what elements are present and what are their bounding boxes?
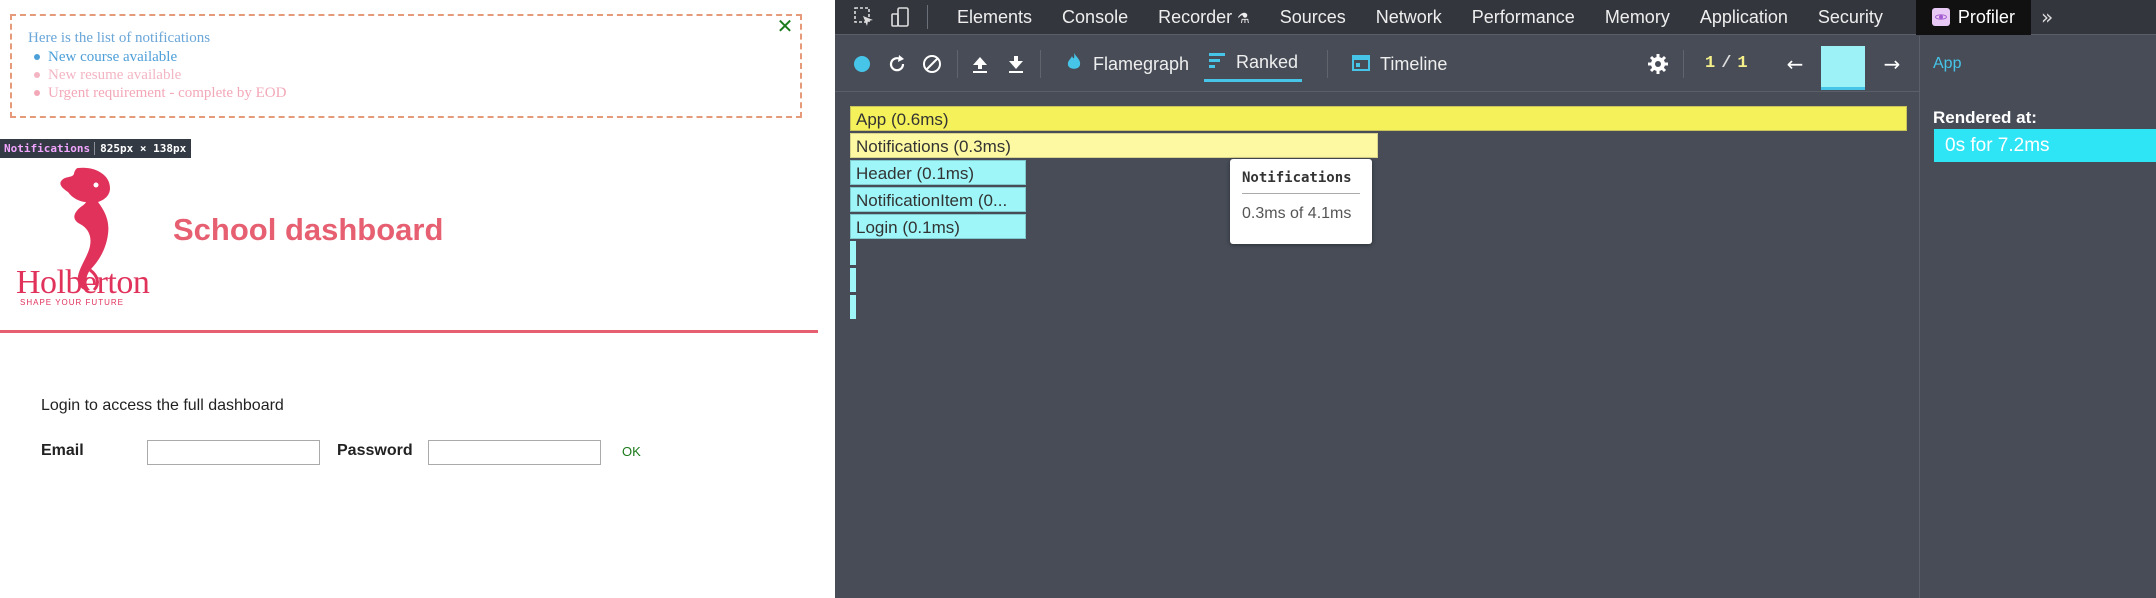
ranked-bar-small[interactable] <box>850 295 856 319</box>
notification-item[interactable]: Urgent requirement - complete by EOD <box>28 84 286 102</box>
close-icon[interactable]: ✕ <box>773 14 797 38</box>
rendered-at-commit[interactable]: 0s for 7.2ms <box>1934 129 2156 162</box>
tooltip-title: Notifications <box>1242 170 1352 186</box>
bar-tooltip: Notifications 0.3ms of 4.1ms <box>1230 159 1372 244</box>
notifications-title: Here is the list of notifications <box>28 30 211 46</box>
logo-tagline: SHAPE YOUR FUTURE <box>20 298 124 307</box>
notifications-list: New course available New resume availabl… <box>28 48 286 102</box>
view-flamegraph[interactable]: Flamegraph <box>1061 46 1193 82</box>
tooltip-value: 0.3ms of 4.1ms <box>1242 205 1352 222</box>
password-field[interactable] <box>428 440 601 465</box>
email-label: Email <box>41 442 84 459</box>
device-toolbar-icon[interactable] <box>887 4 913 30</box>
bullet-icon <box>34 72 40 78</box>
ok-button[interactable]: OK <box>622 444 641 459</box>
notification-item[interactable]: New resume available <box>28 66 286 84</box>
commit-bar[interactable] <box>1821 46 1865 90</box>
ranked-bar-login[interactable]: Login (0.1ms) <box>850 214 1026 239</box>
notification-item[interactable]: New course available <box>28 48 286 66</box>
devtools-panel: Elements Console Recorder ⚗ Sources Netw… <box>835 0 2156 598</box>
flame-icon <box>1065 52 1083 77</box>
inspect-overlay-tag: Notifications 825px × 138px <box>0 139 192 158</box>
view-timeline[interactable]: Timeline <box>1348 46 1451 82</box>
rendered-at-label: Rendered at: <box>1933 108 2037 127</box>
profiler-sidebar: App Rendered at: 0s for 7.2ms <box>1919 36 2156 598</box>
ranked-bar-app[interactable]: App (0.6ms) <box>850 106 1907 131</box>
logo-wordmark: Holberton <box>16 264 150 301</box>
record-icon[interactable] <box>849 51 875 77</box>
tab-network[interactable]: Network <box>1361 0 1457 35</box>
more-tabs-icon[interactable]: » <box>2041 5 2053 29</box>
view-ranked[interactable]: Ranked <box>1204 46 1303 82</box>
inspect-component-name: Notifications <box>4 142 91 155</box>
tab-performance[interactable]: Performance <box>1457 0 1590 35</box>
login-prompt: Login to access the full dashboard <box>41 397 284 414</box>
tab-elements[interactable]: Elements <box>942 0 1047 35</box>
gear-icon[interactable] <box>1645 51 1671 77</box>
ranked-bar-header[interactable]: Header (0.1ms) <box>850 160 1026 185</box>
tab-profiler[interactable]: Profiler <box>1915 0 2031 35</box>
ranked-chart: App (0.6ms) Notifications (0.3ms) Header… <box>835 93 1919 598</box>
bullet-icon <box>34 90 40 96</box>
tab-memory[interactable]: Memory <box>1590 0 1685 35</box>
ranked-bar-small[interactable] <box>850 241 856 265</box>
tab-sources[interactable]: Sources <box>1265 0 1361 35</box>
ranked-bar-small[interactable] <box>850 268 856 292</box>
ranked-bar-notificationitem[interactable]: NotificationItem (0... <box>850 187 1026 212</box>
inspect-dimensions: 825px × 138px <box>100 142 187 155</box>
bullet-icon <box>34 54 40 60</box>
devtools-tab-bar: Elements Console Recorder ⚗ Sources Netw… <box>835 0 2156 35</box>
previous-commit-icon[interactable]: ← <box>1783 52 1807 76</box>
notifications-panel: Here is the list of notifications New co… <box>10 14 802 118</box>
tab-security[interactable]: Security <box>1803 0 1898 35</box>
password-label: Password <box>337 442 413 459</box>
email-field[interactable] <box>147 440 320 465</box>
commit-counter: 1/1 <box>1705 54 1748 73</box>
save-profile-icon[interactable] <box>1003 51 1029 77</box>
flask-icon: ⚗ <box>1237 9 1250 26</box>
tab-application[interactable]: Application <box>1685 0 1803 35</box>
tab-console[interactable]: Console <box>1047 0 1143 35</box>
load-profile-icon[interactable] <box>967 51 993 77</box>
next-commit-icon[interactable]: → <box>1880 52 1904 76</box>
inspect-element-icon[interactable] <box>851 4 877 30</box>
page-title: School dashboard <box>173 212 444 247</box>
tab-recorder[interactable]: Recorder ⚗ <box>1143 0 1265 35</box>
ranked-icon <box>1208 52 1226 73</box>
reload-and-profile-icon[interactable] <box>884 51 910 77</box>
sidebar-title: App <box>1933 55 1962 72</box>
react-icon <box>1931 8 1950 26</box>
header-divider <box>0 330 818 333</box>
clear-profile-icon[interactable] <box>919 51 945 77</box>
app-page: Here is the list of notifications New co… <box>0 0 835 598</box>
calendar-icon <box>1352 53 1370 76</box>
ranked-bar-notifications[interactable]: Notifications (0.3ms) <box>850 133 1378 158</box>
